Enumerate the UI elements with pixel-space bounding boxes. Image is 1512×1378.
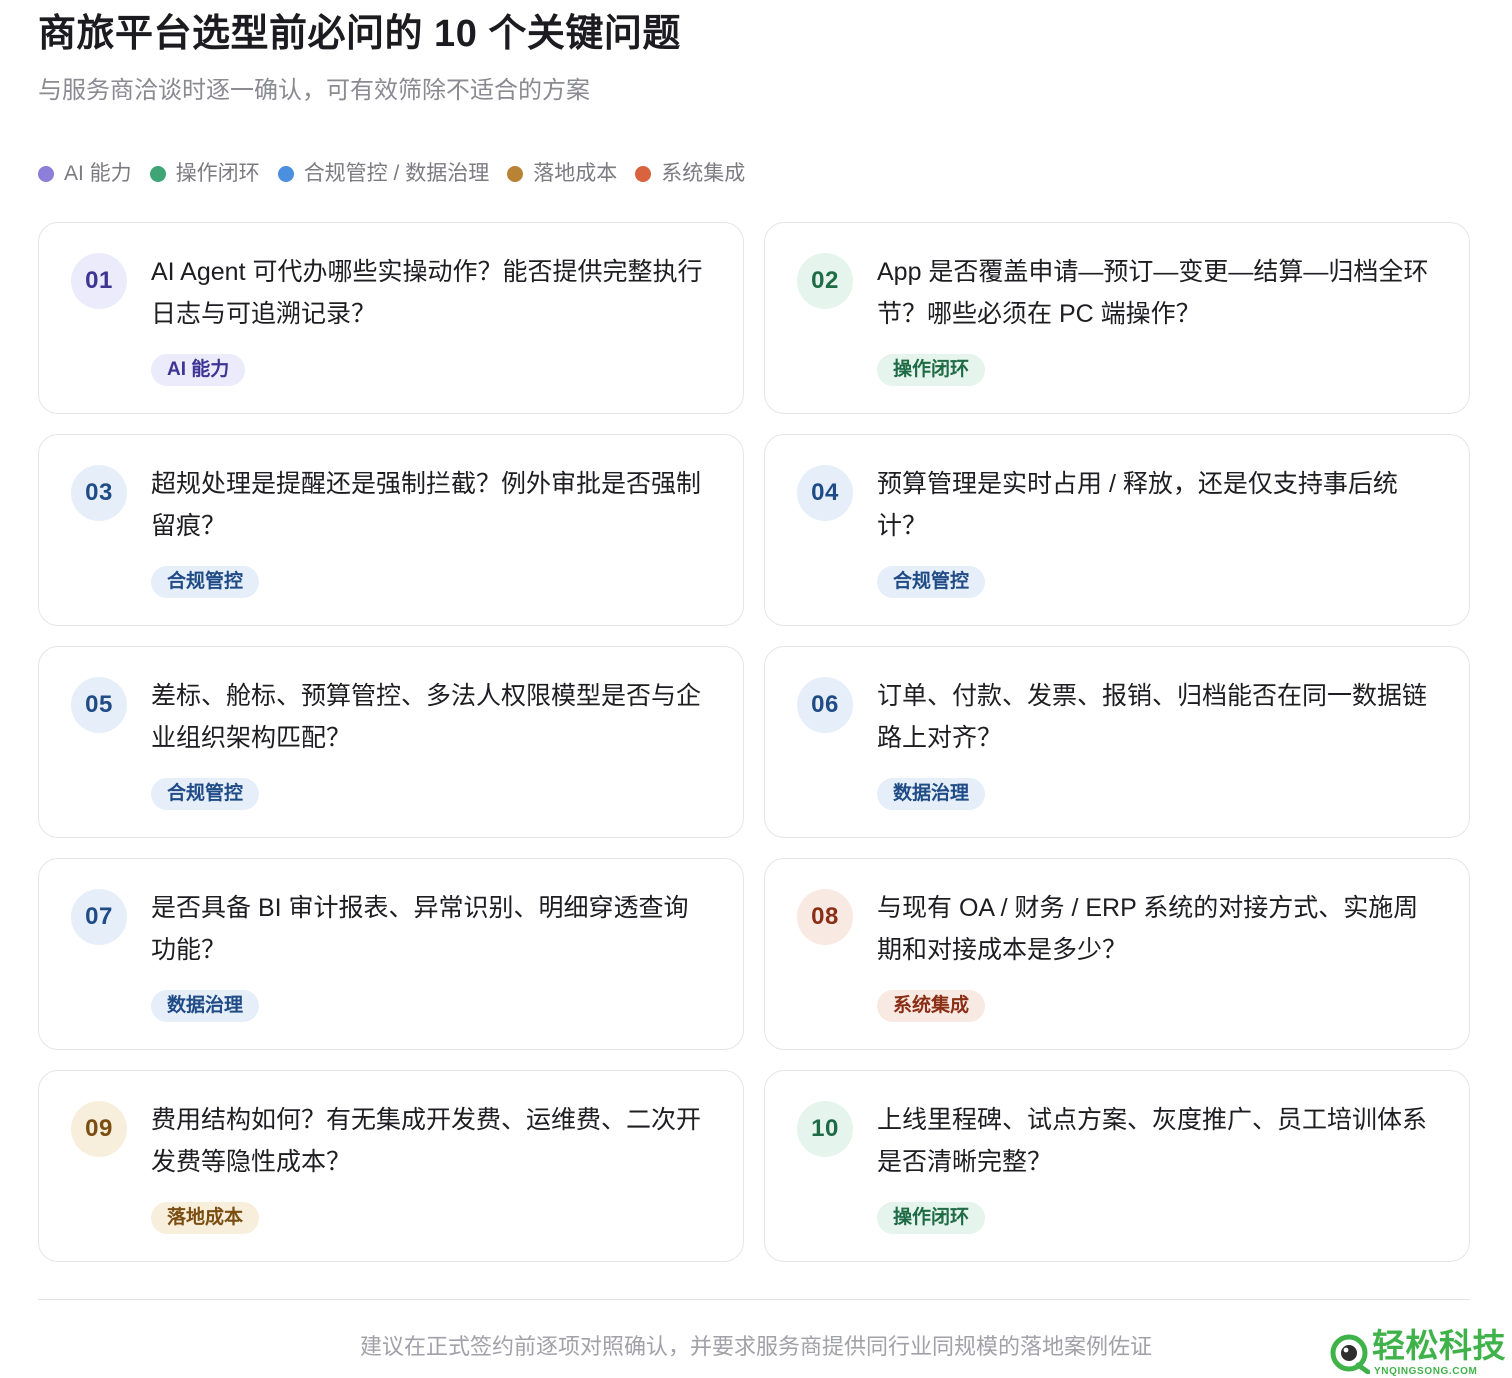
page-title: 商旅平台选型前必问的 10 个关键问题 bbox=[38, 13, 681, 55]
question-number-badge: 05 bbox=[71, 677, 127, 733]
legend-label: 系统集成 bbox=[661, 162, 746, 185]
question-card: 06 订单、付款、发票、报销、归档能否在同一数据链路上对齐？ 数据治理 bbox=[764, 646, 1470, 838]
question-number-badge: 08 bbox=[797, 889, 853, 945]
legend-item-ops: 操作闭环 bbox=[149, 158, 260, 190]
question-number-badge: 06 bbox=[797, 677, 853, 733]
question-text: 超规处理是提醒还是强制拦截？例外审批是否强制留痕？ bbox=[151, 470, 702, 540]
question-number-badge: 07 bbox=[71, 889, 127, 945]
legend-item-compliance: 合规管控 / 数据治理 bbox=[277, 158, 490, 190]
legend-item-integration: 系统集成 bbox=[635, 158, 745, 190]
legend-dot-icon bbox=[149, 166, 166, 182]
question-number-badge: 10 bbox=[797, 1101, 853, 1157]
watermark-logo-icon bbox=[1330, 1334, 1370, 1374]
legend-dot-icon bbox=[635, 166, 652, 182]
legend-label: AI 能力 bbox=[64, 162, 132, 185]
legend-item-cost: 落地成本 bbox=[507, 158, 617, 190]
question-text: 预算管理是实时占用 / 释放，还是仅支持事后统计？ bbox=[877, 470, 1398, 540]
watermark: 轻松科技 YNQINGSONG.COM bbox=[1322, 1326, 1512, 1378]
question-text: 费用结构如何？有无集成开发费、运维费、二次开发费等隐性成本？ bbox=[151, 1106, 702, 1176]
category-tag: 落地成本 bbox=[151, 1202, 260, 1234]
question-number-badge: 04 bbox=[797, 465, 853, 521]
question-text: 订单、付款、发票、报销、归档能否在同一数据链路上对齐？ bbox=[877, 682, 1428, 752]
question-text: 上线里程碑、试点方案、灰度推广、员工培训体系是否清晰完整？ bbox=[877, 1106, 1428, 1176]
legend-item-ai: AI 能力 bbox=[38, 158, 132, 190]
category-tag: 数据治理 bbox=[877, 778, 986, 810]
category-tag: 操作闭环 bbox=[877, 1202, 986, 1234]
question-card: 09 费用结构如何？有无集成开发费、运维费、二次开发费等隐性成本？ 落地成本 bbox=[38, 1070, 744, 1262]
question-text: AI Agent 可代办哪些实操动作？能否提供完整执行日志与可追溯记录？ bbox=[151, 258, 703, 328]
question-number-badge: 02 bbox=[797, 253, 853, 309]
question-card: 10 上线里程碑、试点方案、灰度推广、员工培训体系是否清晰完整？ 操作闭环 bbox=[764, 1070, 1470, 1262]
question-card: 07 是否具备 BI 审计报表、异常识别、明细穿透查询功能？ 数据治理 bbox=[38, 858, 744, 1050]
page-subtitle: 与服务商洽谈时逐一确认，可有效筛除不适合的方案 bbox=[38, 77, 590, 104]
question-card: 02 App 是否覆盖申请—预订—变更—结算—归档全环节？哪些必须在 PC 端操… bbox=[764, 222, 1470, 414]
question-number-badge: 01 bbox=[71, 253, 127, 309]
category-tag: 操作闭环 bbox=[877, 354, 986, 386]
question-card: 01 AI Agent 可代办哪些实操动作？能否提供完整执行日志与可追溯记录？ … bbox=[38, 222, 744, 414]
question-number-badge: 03 bbox=[71, 465, 127, 521]
question-number-badge: 09 bbox=[71, 1101, 127, 1157]
question-text: 与现有 OA / 财务 / ERP 系统的对接方式、实施周期和对接成本是多少？ bbox=[877, 894, 1419, 964]
legend-dot-icon bbox=[38, 166, 54, 182]
legend-dot-icon bbox=[277, 166, 294, 182]
category-tag: 合规管控 bbox=[151, 778, 260, 810]
question-card: 03 超规处理是提醒还是强制拦截？例外审批是否强制留痕？ 合规管控 bbox=[38, 434, 744, 626]
question-card: 04 预算管理是实时占用 / 释放，还是仅支持事后统计？ 合规管控 bbox=[764, 434, 1470, 626]
question-card: 05 差标、舱标、预算管控、多法人权限模型是否与企业组织架构匹配？ 合规管控 bbox=[38, 646, 744, 838]
question-text: 差标、舱标、预算管控、多法人权限模型是否与企业组织架构匹配？ bbox=[151, 682, 702, 752]
category-tag: 系统集成 bbox=[877, 990, 986, 1022]
footer-note: 建议在正式签约前逐项对照确认，并要求服务商提供同行业同规模的落地案例佐证 bbox=[359, 1334, 1152, 1359]
question-card: 08 与现有 OA / 财务 / ERP 系统的对接方式、实施周期和对接成本是多… bbox=[764, 858, 1470, 1050]
watermark-domain: YNQINGSONG.COM bbox=[1374, 1366, 1478, 1377]
question-text: 是否具备 BI 审计报表、异常识别、明细穿透查询功能？ bbox=[151, 894, 689, 964]
question-text: App 是否覆盖申请—预订—变更—结算—归档全环节？哪些必须在 PC 端操作？ bbox=[877, 258, 1429, 328]
category-tag: 数据治理 bbox=[151, 990, 260, 1022]
legend-label: 落地成本 bbox=[533, 162, 618, 185]
category-tag: AI 能力 bbox=[151, 354, 246, 386]
legend-label: 合规管控 / 数据治理 bbox=[303, 162, 490, 185]
category-legend: AI 能力 操作闭环 合规管控 / 数据治理 落地成本 系统集成 bbox=[38, 158, 745, 190]
legend-label: 操作闭环 bbox=[175, 162, 260, 185]
question-grid: 01 AI Agent 可代办哪些实操动作？能否提供完整执行日志与可追溯记录？ … bbox=[38, 222, 1470, 1262]
category-tag: 合规管控 bbox=[151, 566, 260, 598]
watermark-name: 轻松科技 bbox=[1372, 1327, 1506, 1364]
category-tag: 合规管控 bbox=[877, 566, 986, 598]
legend-dot-icon bbox=[507, 166, 524, 182]
footer-divider bbox=[38, 1299, 1470, 1300]
